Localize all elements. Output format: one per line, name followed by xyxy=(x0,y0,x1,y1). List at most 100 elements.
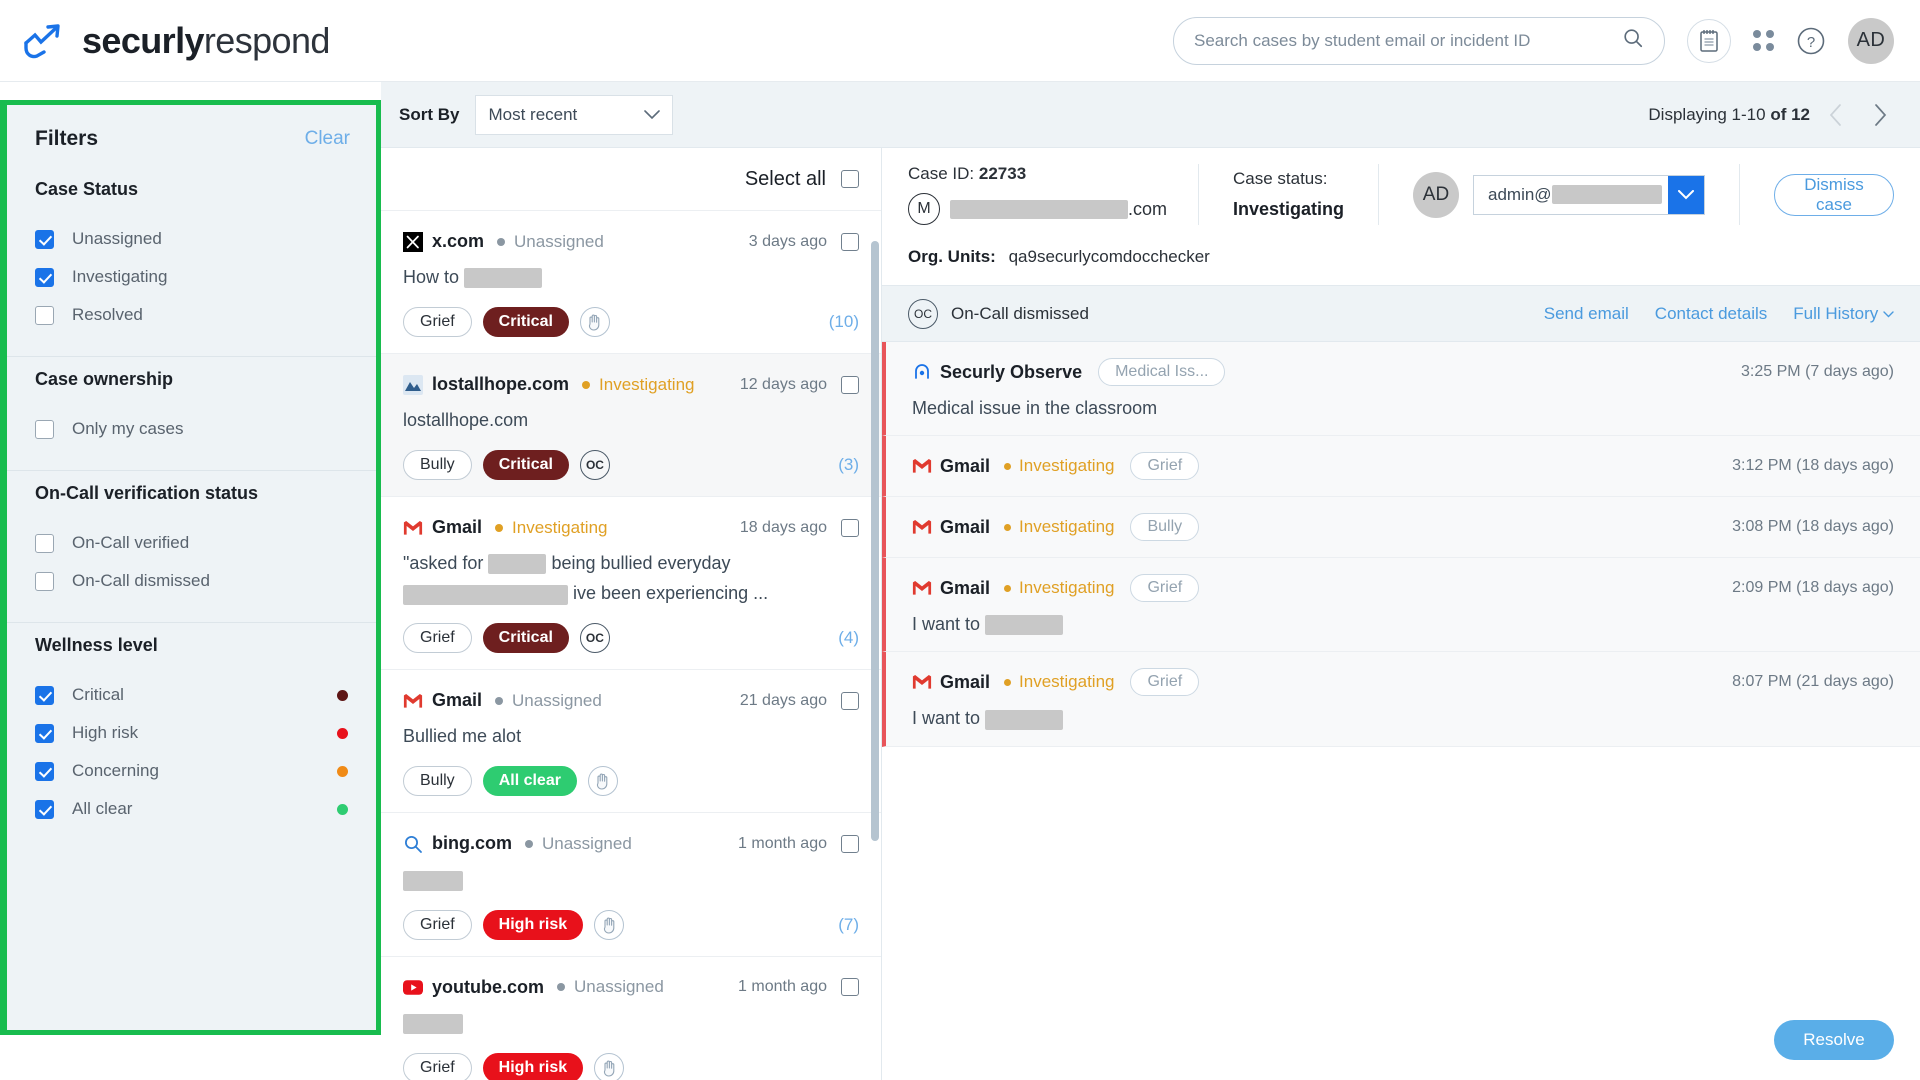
filter-row-resolved[interactable]: Resolved xyxy=(35,296,348,334)
case-id-label: Case ID: xyxy=(908,164,975,183)
filter-checkbox-concerning[interactable] xyxy=(35,761,54,781)
filter-row-unassigned[interactable]: Unassigned xyxy=(35,220,348,258)
send-email-link[interactable]: Send email xyxy=(1544,304,1629,324)
case-card[interactable]: lostallhope.com Investigating 12 days ago l… xyxy=(381,354,881,498)
sort-select[interactable]: Most recent xyxy=(475,94,674,135)
case-tag-bully[interactable]: Bully xyxy=(403,766,472,797)
hand-raised-icon[interactable] xyxy=(587,766,618,797)
filter-checkbox-on-call-dismissed[interactable] xyxy=(35,571,54,591)
clear-filters-link[interactable]: Clear xyxy=(305,128,350,150)
case-tag-high-risk[interactable]: High risk xyxy=(482,909,584,940)
filter-row-critical[interactable]: Critical xyxy=(35,676,348,714)
case-status-value: Investigating xyxy=(1233,199,1345,219)
case-message-count[interactable]: (7) xyxy=(838,915,859,935)
app-root: securlyrespond Search cases by student e… xyxy=(0,0,1920,1080)
notepad-icon[interactable] xyxy=(1687,18,1731,63)
apps-grid-icon[interactable] xyxy=(1753,30,1774,51)
timeline-chip[interactable]: Bully xyxy=(1130,513,1200,541)
oncall-badge-icon[interactable]: OC xyxy=(579,450,610,481)
hand-raised-icon[interactable] xyxy=(594,909,625,940)
resolve-row: Resolve xyxy=(882,1002,1920,1080)
hand-raised-icon[interactable] xyxy=(594,1052,625,1080)
wellness-dot-high-risk xyxy=(337,727,348,739)
case-card[interactable]: youtube.com Unassigned 1 month ago Grief Hig… xyxy=(381,956,881,1080)
case-tag-high-risk[interactable]: High risk xyxy=(482,1052,584,1080)
prev-page-button[interactable] xyxy=(1818,97,1854,133)
case-tag-bully[interactable]: Bully xyxy=(403,450,472,481)
full-history-dropdown[interactable]: Full History xyxy=(1793,304,1894,324)
timeline-source: Gmail xyxy=(940,577,991,598)
case-card[interactable]: Gmail Unassigned 21 days ago Bullied me alo… xyxy=(381,670,881,814)
case-message-count[interactable]: (4) xyxy=(838,628,859,648)
timeline-chip[interactable]: Medical Iss... xyxy=(1098,358,1226,386)
filter-checkbox-all-clear[interactable] xyxy=(35,799,54,819)
case-list-scrollbar[interactable] xyxy=(871,241,879,841)
timeline-item[interactable]: Gmail Investigating Bully 3:08 PM (18 days … xyxy=(882,497,1920,558)
filter-row-on-call-verified[interactable]: On-Call verified xyxy=(35,524,348,562)
oncall-badge-icon[interactable]: OC xyxy=(579,623,610,654)
search-box[interactable] xyxy=(1173,16,1665,65)
case-tag-critical[interactable]: Critical xyxy=(482,623,569,654)
help-circle-icon[interactable]: ? xyxy=(1796,26,1826,56)
assignee-select[interactable]: admin@ xyxy=(1473,174,1705,215)
securly-respond-logo[interactable]: securlyrespond xyxy=(22,20,330,62)
timeline-item[interactable]: Securly Observe Medical Iss... 3:25 PM (7 … xyxy=(882,342,1920,436)
case-message-count[interactable]: (3) xyxy=(838,455,859,475)
case-select-checkbox[interactable] xyxy=(841,375,859,394)
filter-checkbox-on-call-verified[interactable] xyxy=(35,533,54,553)
timeline-body-text: I want to xyxy=(912,614,986,634)
filter-row-concerning[interactable]: Concerning xyxy=(35,752,348,790)
case-tag-critical[interactable]: Critical xyxy=(482,307,569,338)
hand-raised-icon[interactable] xyxy=(579,307,610,338)
filter-row-investigating[interactable]: Investigating xyxy=(35,258,348,296)
case-select-checkbox[interactable] xyxy=(841,518,859,537)
case-card[interactable]: Gmail Investigating 18 days ago "asked for … xyxy=(381,497,881,671)
filter-checkbox-only-my-cases[interactable] xyxy=(35,419,54,439)
redacted-text xyxy=(403,584,568,605)
case-age: 1 month ago xyxy=(738,834,827,852)
next-page-button[interactable] xyxy=(1862,97,1898,133)
timeline-chip[interactable]: Grief xyxy=(1130,668,1200,697)
timeline-item[interactable]: Gmail Investigating Grief 3:12 PM (18 days … xyxy=(882,436,1920,497)
filter-checkbox-investigating[interactable] xyxy=(35,267,54,287)
resolve-button[interactable]: Resolve xyxy=(1774,1020,1894,1060)
filter-checkbox-resolved[interactable] xyxy=(35,305,54,325)
select-all-checkbox[interactable] xyxy=(841,170,859,188)
case-select-checkbox[interactable] xyxy=(841,232,859,251)
filter-checkbox-high-risk[interactable] xyxy=(35,723,54,743)
user-avatar[interactable]: AD xyxy=(1848,17,1894,64)
dismiss-case-button[interactable]: Dismiss case xyxy=(1774,173,1894,216)
case-tag-all-clear[interactable]: All clear xyxy=(482,766,577,797)
case-id-value: 22733 xyxy=(978,164,1027,183)
pagination: Displaying 1-10 of 12 xyxy=(1648,97,1920,133)
filter-row-high-risk[interactable]: High risk xyxy=(35,714,348,752)
filter-row-on-call-dismissed[interactable]: On-Call dismissed xyxy=(35,562,348,600)
case-tag-grief[interactable]: Grief xyxy=(403,307,472,338)
timeline-item[interactable]: Gmail Investigating Grief 2:09 PM (18 days … xyxy=(882,558,1920,653)
filter-row-only-my-cases[interactable]: Only my cases xyxy=(35,410,348,448)
securly-observe-icon xyxy=(912,362,932,382)
timeline-item[interactable]: Gmail Investigating Grief 8:07 PM (21 days … xyxy=(882,652,1920,747)
contact-details-link[interactable]: Contact details xyxy=(1655,304,1767,324)
case-select-checkbox[interactable] xyxy=(841,978,859,997)
filter-checkbox-unassigned[interactable] xyxy=(35,229,54,249)
filter-checkbox-critical[interactable] xyxy=(35,685,54,705)
filters-header: Filters Clear xyxy=(7,105,376,167)
search-input[interactable] xyxy=(1194,30,1622,51)
timeline-chip[interactable]: Grief xyxy=(1130,452,1200,480)
timeline-chip[interactable]: Grief xyxy=(1130,574,1200,602)
search-icon[interactable] xyxy=(1622,27,1644,54)
case-tag-grief[interactable]: Grief xyxy=(403,909,472,940)
case-tag-critical[interactable]: Critical xyxy=(482,450,569,481)
case-card[interactable]: bing.com Unassigned 1 month ago Grief High r… xyxy=(381,813,881,957)
case-message-count[interactable]: (10) xyxy=(829,312,859,332)
case-tag-grief[interactable]: Grief xyxy=(403,623,472,654)
timeline-status: Investigating xyxy=(1004,456,1114,476)
case-card[interactable]: x.com Unassigned 3 days ago How to Grief Cri… xyxy=(381,211,881,355)
assignee-dropdown-toggle[interactable] xyxy=(1668,175,1704,214)
filter-row-all-clear[interactable]: All clear xyxy=(35,790,348,828)
case-select-checkbox[interactable] xyxy=(841,691,859,710)
case-tag-grief[interactable]: Grief xyxy=(403,1052,472,1080)
case-snippet-line2: ive been experiencing ... xyxy=(403,580,859,606)
case-select-checkbox[interactable] xyxy=(841,834,859,853)
